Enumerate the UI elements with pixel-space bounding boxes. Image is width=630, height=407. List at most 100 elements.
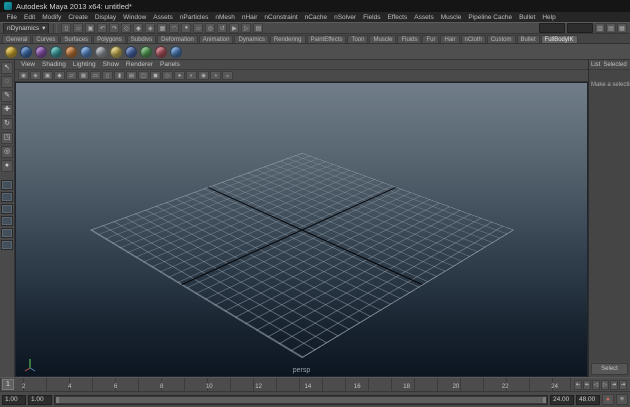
shelf-tab[interactable]: Toon (347, 35, 369, 43)
menu-item[interactable]: Help (539, 14, 559, 21)
animation-end-field[interactable]: 48.00 (576, 394, 600, 405)
select-tool[interactable]: ↖ (1, 62, 13, 74)
shelf-tab[interactable]: Hair (440, 35, 460, 43)
current-frame-indicator[interactable]: 1 (2, 379, 14, 390)
shelf-tab[interactable]: nCloth (460, 35, 486, 43)
menu-item[interactable]: Muscle (437, 14, 465, 21)
menu-item[interactable]: Fields (360, 14, 384, 21)
time-slider[interactable]: 1 2 4 6 8 10 12 14 16 18 20 22 24 (0, 378, 570, 391)
snap-to-view-plane-icon[interactable]: ▱ (193, 23, 204, 33)
select-hierarchy-icon[interactable]: ◇ (121, 23, 132, 33)
panel-menu-item[interactable]: Shading (39, 61, 69, 68)
select-camera-icon[interactable]: ◉ (18, 71, 29, 80)
go-to-end-button[interactable]: ⇥ (619, 379, 627, 390)
shelf-tab[interactable]: Custom (486, 35, 516, 43)
shelf-tab[interactable]: General (2, 35, 32, 43)
menu-item[interactable]: nSolver (331, 14, 360, 21)
construction-history-icon[interactable]: ↺ (217, 23, 228, 33)
menu-item[interactable]: Assets (150, 14, 177, 21)
panel-menu-item[interactable]: Lighting (70, 61, 99, 68)
step-back-frame-button[interactable]: ↞ (583, 379, 591, 390)
image-plane-icon[interactable]: ▱ (66, 71, 77, 80)
undo-icon[interactable]: ↶ (97, 23, 108, 33)
menu-item[interactable]: nParticles (176, 14, 212, 21)
menu-item[interactable]: Display (91, 14, 119, 21)
ipr-render-icon[interactable]: ▷ (241, 23, 252, 33)
menu-item[interactable]: nConstraint (261, 14, 301, 21)
animation-start-field[interactable]: 1.00 (2, 394, 26, 405)
create-ncloth-icon[interactable] (80, 45, 92, 58)
view-grid-icon[interactable]: ▦ (78, 71, 89, 80)
range-slider[interactable] (54, 394, 548, 405)
four-pane-layout-button[interactable] (1, 192, 13, 202)
create-emitter-icon[interactable] (50, 45, 62, 58)
menu-item[interactable]: Pipeline Cache (465, 14, 516, 21)
shelf-tab[interactable]: Polygons (93, 35, 126, 43)
redo-icon[interactable]: ↷ (109, 23, 120, 33)
persp-outliner-layout-button[interactable] (1, 204, 13, 214)
menu-item[interactable]: Window (120, 14, 150, 21)
range-slider-bar[interactable] (56, 396, 546, 403)
resolution-gate-icon[interactable]: ▯ (102, 71, 113, 80)
textured-icon[interactable]: ◐ (186, 71, 197, 80)
select-object-icon[interactable]: ◆ (133, 23, 144, 33)
nconstraint-point-icon[interactable] (125, 45, 137, 58)
title-bar[interactable]: Autodesk Maya 2013 x64: untitled* (0, 0, 630, 12)
paint-select-tool[interactable]: ✎ (1, 90, 13, 102)
play-backwards-button[interactable]: ◁ (592, 379, 600, 390)
shelf-tab[interactable]: Surfaces (60, 35, 93, 43)
new-scene-icon[interactable]: ▯ (61, 23, 72, 33)
snap-to-curve-icon[interactable]: ◠ (169, 23, 180, 33)
nconstraint-component-icon[interactable] (110, 45, 122, 58)
panel-menu-item[interactable]: View (18, 61, 38, 68)
snap-to-grid-icon[interactable]: ▦ (157, 23, 168, 33)
shelf-tab[interactable]: Fluids (397, 35, 422, 43)
open-scene-icon[interactable]: ▱ (73, 23, 84, 33)
play-forwards-button[interactable]: ▷ (601, 379, 609, 390)
attribute-editor-toggle-icon[interactable]: ▥ (595, 23, 605, 33)
shadows-icon[interactable]: ◑ (210, 71, 221, 80)
create-passive-collider-icon[interactable] (95, 45, 107, 58)
animation-preferences-button[interactable]: ≡ (616, 394, 628, 405)
snap-to-point-icon[interactable]: ● (181, 23, 192, 33)
panel-menu-item[interactable]: Panels (157, 61, 183, 68)
attribute-editor-menu-item[interactable]: Selected (603, 62, 626, 68)
move-tool[interactable]: ✚ (1, 104, 13, 116)
bookmark-icon[interactable]: ◆ (54, 71, 65, 80)
shelf-tab[interactable]: Muscle (369, 35, 397, 43)
range-start-handle[interactable] (56, 396, 59, 403)
menu-item[interactable]: Bullet (516, 14, 539, 21)
rotate-tool[interactable]: ↻ (1, 118, 13, 130)
panel-menu-item[interactable]: Renderer (123, 61, 156, 68)
make-live-icon[interactable]: ◎ (205, 23, 216, 33)
gate-mask-icon[interactable]: ▮ (114, 71, 125, 80)
safe-title-icon[interactable]: ◼ (150, 71, 161, 80)
shelf-tab[interactable]: Deformation (157, 35, 198, 43)
ncache-create-icon[interactable] (140, 45, 152, 58)
tool-settings-toggle-icon[interactable]: ▤ (606, 23, 616, 33)
menu-item[interactable]: nCache (301, 14, 330, 21)
select-component-icon[interactable]: ◈ (145, 23, 156, 33)
range-end-handle[interactable] (543, 396, 546, 403)
shelf-tab[interactable]: Fur (422, 35, 440, 43)
render-settings-icon[interactable]: ▤ (253, 23, 264, 33)
shelf-tab[interactable]: Bullet (516, 35, 540, 43)
quick-select-field[interactable] (539, 23, 565, 33)
camera-attributes-icon[interactable]: ▣ (42, 71, 53, 80)
perspective-viewport[interactable]: persp (15, 82, 588, 377)
playback-end-field[interactable]: 24.00 (550, 394, 574, 405)
hypershade-persp-layout-button[interactable] (1, 228, 13, 238)
shelf-tab[interactable]: Subdivs (126, 35, 157, 43)
playback-start-field[interactable]: 1.00 (28, 394, 52, 405)
channel-box-toggle-icon[interactable]: ▦ (617, 23, 627, 33)
wireframe-icon[interactable]: ◇ (162, 71, 173, 80)
use-all-lights-icon[interactable]: ◉ (198, 71, 209, 80)
emit-from-object-icon[interactable] (65, 45, 77, 58)
attribute-editor-menu-item[interactable]: List (591, 62, 600, 68)
shelf-tab[interactable]: Rendering (269, 35, 306, 43)
step-forward-frame-button[interactable]: ↠ (610, 379, 618, 390)
smooth-shade-icon[interactable]: ● (174, 71, 185, 80)
go-to-start-button[interactable]: ⇤ (574, 379, 582, 390)
interactive-playback-icon[interactable] (170, 45, 182, 58)
shelf-tab[interactable]: PaintEffects (306, 35, 347, 43)
